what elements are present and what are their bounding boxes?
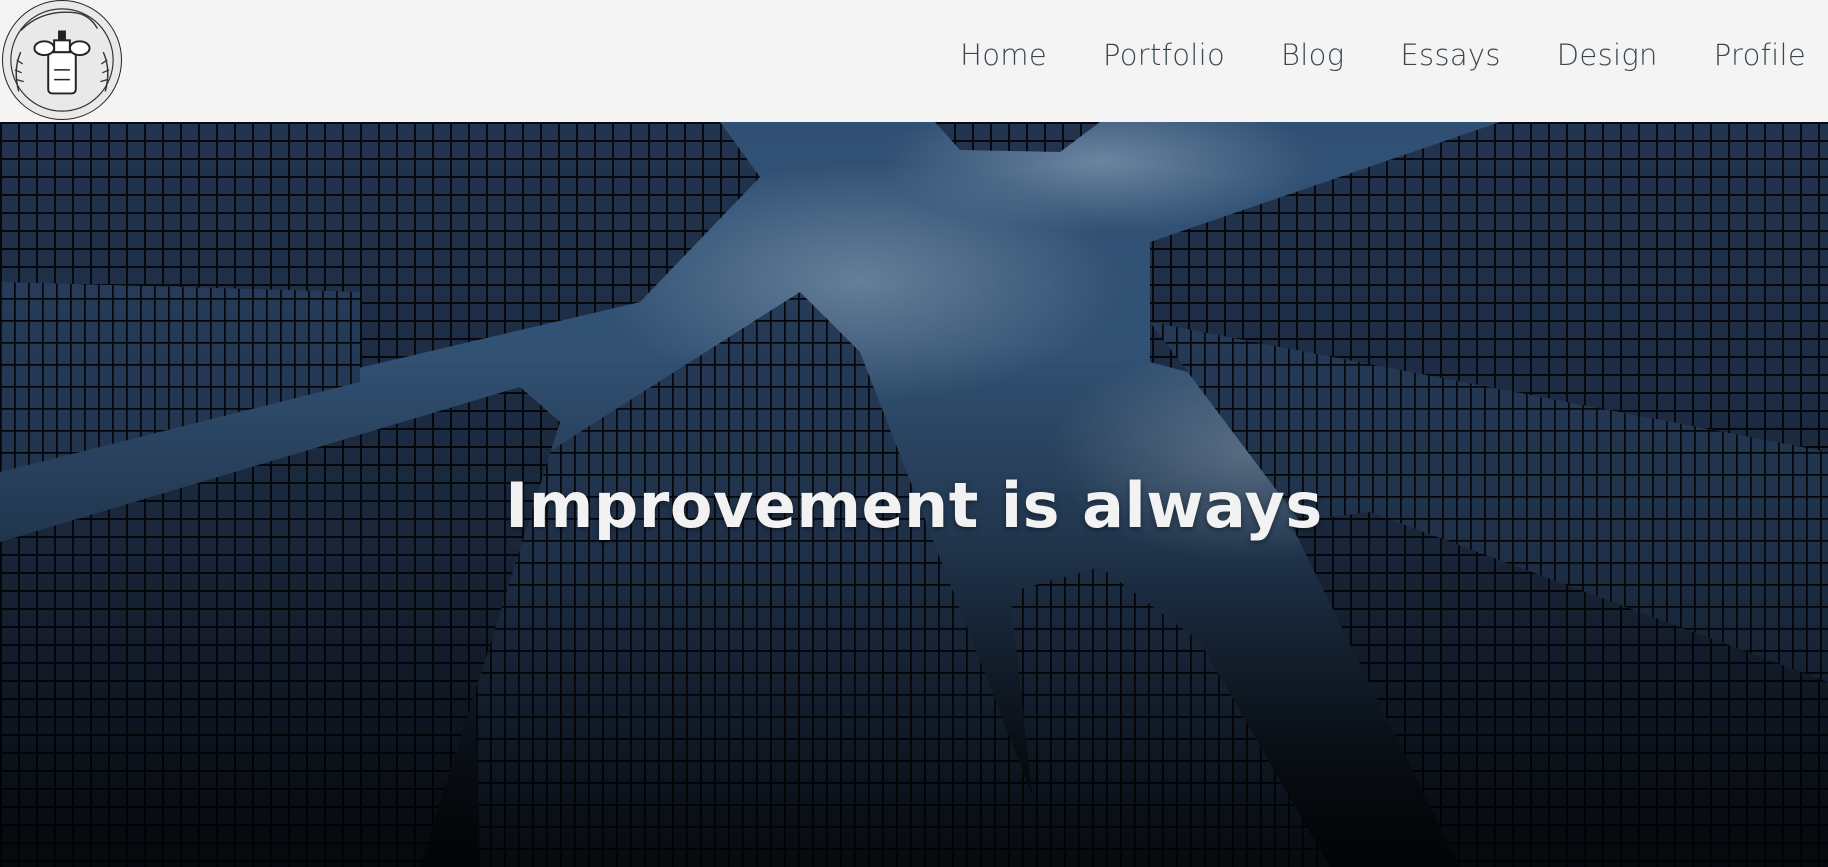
main-nav: Home Portfolio Blog Essays Design Profil… [904, 30, 1828, 80]
site-logo-icon[interactable] [2, 0, 122, 120]
nav-essays[interactable]: Essays [1400, 38, 1500, 72]
hero-banner: Improvement is always [0, 122, 1828, 867]
nav-portfolio[interactable]: Portfolio [1103, 38, 1225, 72]
nav-profile[interactable]: Profile [1714, 38, 1806, 72]
nav-design[interactable]: Design [1557, 38, 1658, 72]
nav-blog[interactable]: Blog [1281, 38, 1344, 72]
hero-title: Improvement is always [505, 468, 1323, 542]
nav-home[interactable]: Home [960, 38, 1047, 72]
site-header: Home Portfolio Blog Essays Design Profil… [0, 0, 1828, 122]
